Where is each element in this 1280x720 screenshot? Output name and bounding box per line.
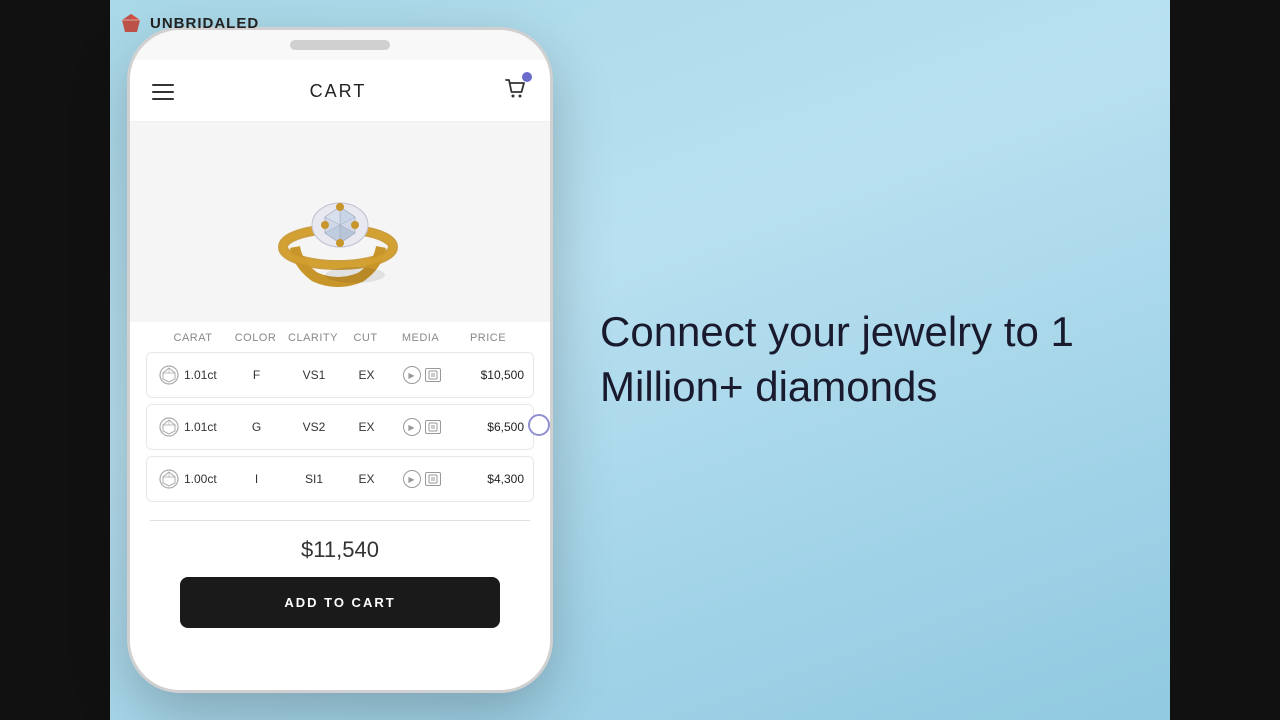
notch-pill <box>290 40 390 50</box>
right-decorative-bar <box>1170 0 1280 720</box>
clarity-value-2: VS2 <box>284 420 344 434</box>
total-price: $11,540 <box>150 537 530 563</box>
page-title: CART <box>310 81 367 102</box>
ring-svg <box>260 157 420 287</box>
diamond-small-icon-2 <box>159 417 179 437</box>
tagline-text: Connect your jewelry to 1 Million+ diamo… <box>600 305 1080 414</box>
menu-line-2 <box>152 91 174 93</box>
carat-value-3: 1.00ct <box>184 472 217 486</box>
diamond-small-icon-1 <box>159 365 179 385</box>
scroll-indicator <box>528 414 550 436</box>
carat-value-1: 1.01ct <box>184 368 217 382</box>
media-icons-3: ▶ <box>389 470 454 488</box>
price-value-3: $4,300 <box>454 472 524 486</box>
color-value-1: F <box>229 368 284 382</box>
col-carat: CARAT <box>158 332 228 344</box>
divider <box>150 520 530 521</box>
logo-text: UNBRIDALED <box>150 15 259 32</box>
col-clarity: CLARITY <box>283 332 343 344</box>
diamond-table-wrapper: CARAT COLOR CLARITY CUT MEDIA PRICE <box>130 322 550 508</box>
phone-header: CART <box>130 60 550 122</box>
table-row[interactable]: 1.01ct G VS2 EX ▶ <box>146 404 534 450</box>
ring-image-area <box>130 122 550 322</box>
media-icons-2: ▶ <box>389 418 454 436</box>
main-content: CART <box>110 0 1170 720</box>
right-panel: Connect your jewelry to 1 Million+ diamo… <box>550 265 1130 454</box>
logo: UNBRIDALED <box>120 12 259 34</box>
logo-icon <box>120 12 142 34</box>
carat-cell-3: 1.00ct <box>159 469 229 489</box>
cut-value-3: EX <box>344 472 389 486</box>
color-value-2: G <box>229 420 284 434</box>
bottom-area: $11,540 ADD TO CART <box>130 508 550 648</box>
carat-value-2: 1.01ct <box>184 420 217 434</box>
media-icons-1: ▶ <box>389 366 454 384</box>
price-value-1: $10,500 <box>454 368 524 382</box>
phone-mockup: CART <box>130 30 550 690</box>
cut-value-1: EX <box>344 368 389 382</box>
video-icon-1[interactable]: ▶ <box>403 366 421 384</box>
table-header: CARAT COLOR CLARITY CUT MEDIA PRICE <box>146 322 534 352</box>
clarity-value-1: VS1 <box>284 368 344 382</box>
video-icon-2[interactable]: ▶ <box>403 418 421 436</box>
col-media: MEDIA <box>388 332 453 344</box>
add-to-cart-button[interactable]: ADD TO CART <box>180 577 500 628</box>
left-decorative-bar <box>0 0 110 720</box>
col-price: PRICE <box>453 332 523 344</box>
menu-button[interactable] <box>152 84 174 100</box>
color-value-3: I <box>229 472 284 486</box>
table-row[interactable]: 1.00ct I SI1 EX ▶ <box>146 456 534 502</box>
phone-screen: CART <box>130 60 550 690</box>
cert-icon-3[interactable] <box>425 472 441 486</box>
table-row[interactable]: 1.01ct F VS1 EX ▶ <box>146 352 534 398</box>
video-icon-3[interactable]: ▶ <box>403 470 421 488</box>
ring-image <box>260 157 420 287</box>
phone-frame: CART <box>130 30 550 690</box>
cart-badge <box>522 72 532 82</box>
diamond-small-icon-3 <box>159 469 179 489</box>
cut-value-2: EX <box>344 420 389 434</box>
phone-notch <box>130 30 550 60</box>
cert-icon-2[interactable] <box>425 420 441 434</box>
cert-icon-1[interactable] <box>425 368 441 382</box>
menu-line-3 <box>152 98 174 100</box>
clarity-value-3: SI1 <box>284 472 344 486</box>
col-cut: CUT <box>343 332 388 344</box>
col-color: COLOR <box>228 332 283 344</box>
cart-icon-button[interactable] <box>502 76 528 107</box>
menu-line-1 <box>152 84 174 86</box>
price-value-2: $6,500 <box>454 420 524 434</box>
carat-cell-2: 1.01ct <box>159 417 229 437</box>
carat-cell-1: 1.01ct <box>159 365 229 385</box>
